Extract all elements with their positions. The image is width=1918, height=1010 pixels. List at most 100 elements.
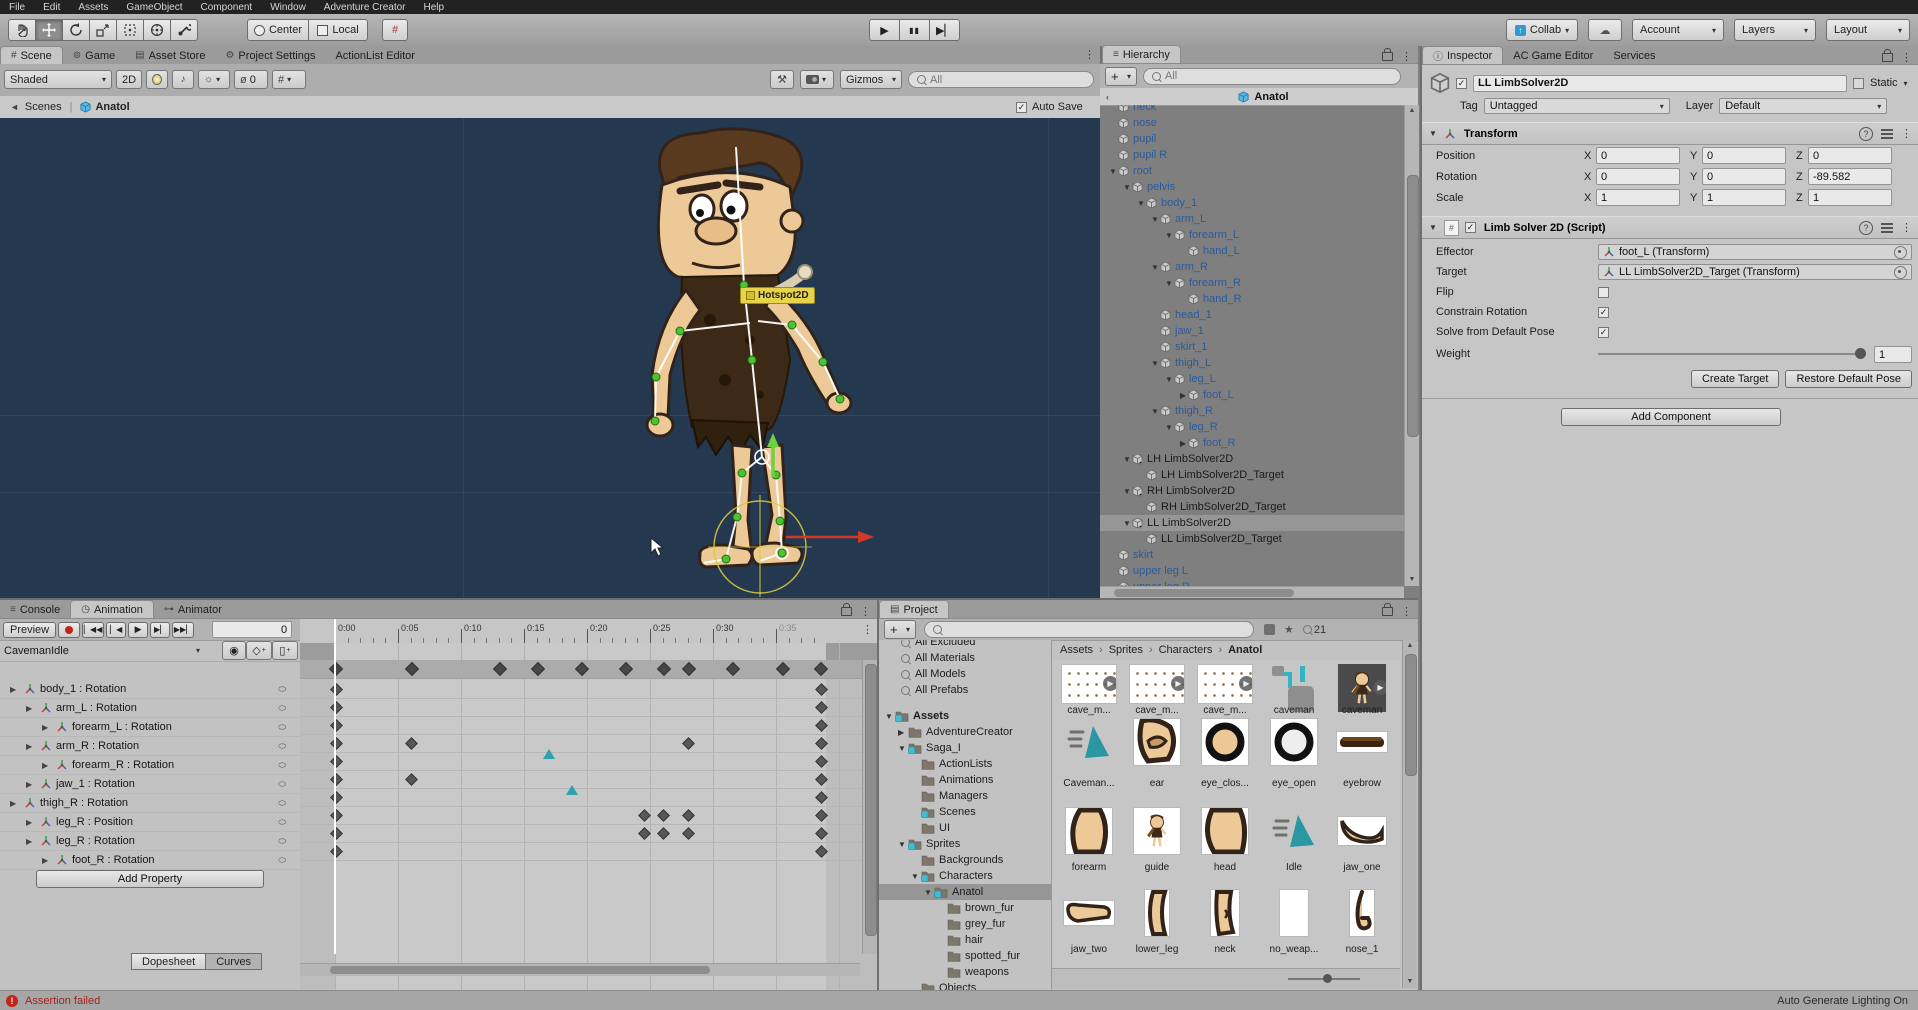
asset-thumb-caveman-[interactable] — [1065, 718, 1113, 766]
target-object-field[interactable]: LL LimbSolver2D_Target (Transform) — [1598, 264, 1912, 280]
folder-grey_fur[interactable]: grey_fur — [879, 916, 1051, 932]
next-frame-button[interactable]: ▶▏ — [150, 622, 170, 638]
hierarchy-item-foot_l[interactable]: ▶foot_L — [1100, 387, 1404, 403]
folder-actionlists[interactable]: ActionLists — [879, 756, 1051, 772]
space-button[interactable]: Local — [308, 19, 368, 41]
tag-dropdown[interactable]: Untagged▾ — [1484, 98, 1670, 114]
expand-icon[interactable]: ▼ — [1108, 167, 1118, 176]
expand-icon[interactable]: ▶ — [10, 799, 20, 808]
scene-panel-menu-icon[interactable]: ⋮ — [1084, 48, 1095, 61]
gameobject-name-field[interactable]: LL LimbSolver2D — [1473, 75, 1847, 92]
hierarchy-item-foot_r[interactable]: ▶foot_R — [1100, 435, 1404, 451]
scale-x-field[interactable]: 1 — [1596, 189, 1680, 206]
first-frame-button[interactable]: ▏◀◀ — [82, 622, 104, 638]
anim-property-forearm_l-rotation[interactable]: ▶ forearm_L : Rotation ⬭ — [0, 718, 300, 737]
add-component-button[interactable]: Add Component — [1561, 408, 1781, 426]
menu-gameobject[interactable]: GameObject — [117, 2, 191, 13]
folder-managers[interactable]: Managers — [879, 788, 1051, 804]
presets-icon[interactable] — [1881, 223, 1893, 233]
favorite-all-materials[interactable]: All Materials — [879, 650, 1051, 666]
dope-row[interactable] — [300, 770, 877, 789]
rotation-y-field[interactable]: 0 — [1702, 168, 1786, 185]
expand-icon[interactable]: ▶ — [26, 780, 36, 789]
tab-hierarchy[interactable]: ≡Hierarchy — [1102, 45, 1181, 63]
camera-dropdown[interactable]: ▾ — [800, 70, 834, 89]
asset-thumb-idle[interactable] — [1270, 807, 1318, 855]
tab-game[interactable]: ⊚Game — [63, 47, 125, 64]
last-frame-button[interactable]: ▶▶▏ — [172, 622, 194, 638]
folder-ui[interactable]: UI — [879, 820, 1051, 836]
shading-dropdown[interactable]: Shaded▾ — [4, 70, 112, 89]
hierarchy-menu-icon[interactable]: ⋮ — [1401, 50, 1412, 63]
asset-thumb-head[interactable] — [1201, 807, 1249, 855]
playhead[interactable] — [334, 619, 336, 954]
hierarchy-item-leg_l[interactable]: ▼leg_L — [1100, 371, 1404, 387]
expand-icon[interactable]: ▶ — [1178, 391, 1188, 400]
hierarchy-item-lh-limbsolver2d_target[interactable]: LH LimbSolver2D_Target — [1100, 467, 1404, 483]
folder-backgrounds[interactable]: Backgrounds — [879, 852, 1051, 868]
object-picker-icon[interactable] — [1894, 266, 1907, 279]
menu-edit[interactable]: Edit — [34, 2, 69, 13]
button-create-target[interactable]: Create Target — [1691, 370, 1779, 388]
tab-project[interactable]: ▤Project — [879, 600, 949, 618]
solve-default-pose-checkbox[interactable]: ✓ — [1598, 327, 1609, 338]
foldout-icon[interactable]: ▼ — [1429, 129, 1437, 138]
gizmos-dropdown[interactable]: Gizmos▾ — [840, 70, 902, 89]
folder-weapons[interactable]: weapons — [879, 964, 1051, 980]
play-button[interactable]: ▶ — [869, 19, 900, 41]
auto-save-checkbox[interactable]: ✓ — [1016, 102, 1027, 113]
weight-value[interactable]: 1 — [1874, 346, 1912, 363]
anim-property-body_1-rotation[interactable]: ▶ body_1 : Rotation ⬭ — [0, 680, 300, 699]
step-button[interactable]: ▶▏ — [929, 19, 960, 41]
expand-icon[interactable]: ▼ — [924, 888, 934, 897]
folder-characters[interactable]: ▼Characters — [879, 868, 1051, 884]
lock-icon[interactable] — [1382, 52, 1393, 61]
folder-assets[interactable]: ▼Assets — [879, 708, 1051, 724]
breadcrumb-sprites[interactable]: Sprites — [1109, 644, 1143, 656]
status-bar[interactable]: ! Assertion failed Auto Generate Lightin… — [0, 990, 1918, 1010]
dope-row[interactable] — [300, 734, 877, 753]
folder-adventurecreator[interactable]: ▶AdventureCreator — [879, 724, 1051, 740]
lock-icon[interactable] — [841, 607, 852, 616]
limb-solver-header[interactable]: ▼ # ✓ Limb Solver 2D (Script) ? ⋮ — [1422, 216, 1918, 239]
clip-dropdown[interactable]: CavemanIdle▾ — [4, 645, 200, 657]
hierarchy-item-root[interactable]: ▼root — [1100, 163, 1404, 179]
timeline-hscrollbar[interactable] — [300, 963, 860, 976]
dope-row[interactable] — [300, 680, 877, 699]
hierarchy-item-pupil[interactable]: pupil — [1100, 131, 1404, 147]
hierarchy-item-pupil-r[interactable]: pupil R — [1100, 147, 1404, 163]
expand-icon[interactable]: ▼ — [885, 712, 895, 721]
play-animation-button[interactable]: ▶ — [128, 622, 148, 638]
position-x-field[interactable]: 0 — [1596, 147, 1680, 164]
status-error-text[interactable]: Assertion failed — [25, 995, 100, 1007]
expand-icon[interactable]: ▶ — [26, 704, 36, 713]
collab-button[interactable]: ↑Collab▾ — [1506, 19, 1578, 41]
asset-thumb-eye-open[interactable] — [1270, 718, 1318, 766]
project-search-input[interactable] — [924, 621, 1254, 638]
asset-thumb-guide[interactable] — [1133, 807, 1181, 855]
layers-dropdown[interactable]: Layers▾ — [1734, 19, 1816, 41]
folder-saga_i[interactable]: ▼Saga_I — [879, 740, 1051, 756]
expand-icon[interactable]: ▼ — [898, 840, 908, 849]
expand-icon[interactable]: ▼ — [1122, 183, 1132, 192]
hotspot-label[interactable]: Hotspot2D — [740, 287, 815, 304]
component-enabled-checkbox[interactable]: ✓ — [1465, 222, 1476, 233]
record-button[interactable] — [58, 622, 80, 638]
foldout-icon[interactable]: ▼ — [1429, 223, 1437, 232]
hierarchy-item-arm_r[interactable]: ▼arm_R — [1100, 259, 1404, 275]
grid-visibility-dropdown[interactable]: #▾ — [272, 70, 306, 89]
expand-icon[interactable]: ▼ — [1150, 263, 1160, 272]
component-menu-icon[interactable]: ⋮ — [1901, 221, 1912, 234]
cloud-button[interactable]: ☁ — [1588, 19, 1622, 41]
play-badge[interactable]: ▶ — [1103, 676, 1117, 691]
anim-property-forearm_r-rotation[interactable]: ▶ forearm_R : Rotation ⬭ — [0, 756, 300, 775]
asset-thumb-jaw-one[interactable] — [1337, 816, 1387, 846]
anim-property-leg_r-rotation[interactable]: ▶ leg_R : Rotation ⬭ — [0, 832, 300, 851]
expand-icon[interactable]: ▶ — [42, 723, 52, 732]
hierarchy-item-forearm_r[interactable]: ▼forearm_R — [1100, 275, 1404, 291]
hidden-objects-toggle[interactable]: ø0 — [234, 70, 268, 89]
tab-project-settings[interactable]: ⚙Project Settings — [215, 47, 325, 64]
menu-component[interactable]: Component — [192, 2, 262, 13]
expand-icon[interactable]: ▼ — [911, 872, 921, 881]
expand-icon[interactable]: ▼ — [1164, 423, 1174, 432]
